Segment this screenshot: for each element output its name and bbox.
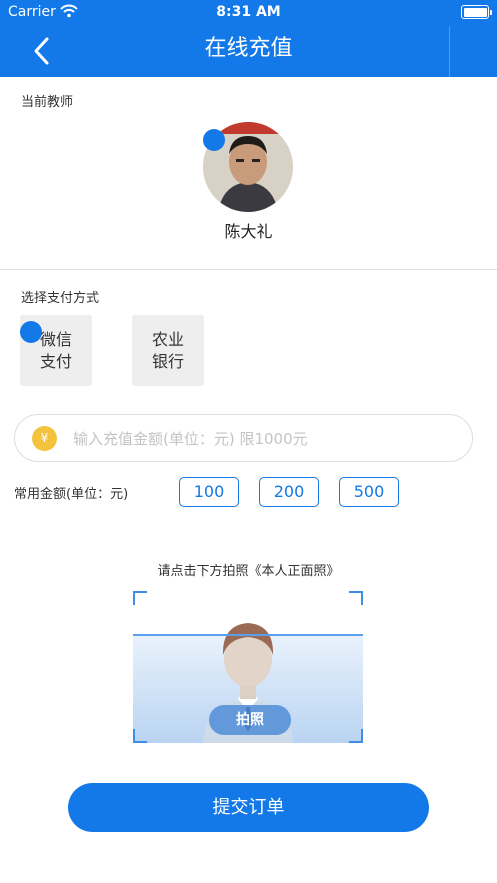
payment-option-line2: 支付 <box>39 352 72 371</box>
scan-line <box>133 634 363 636</box>
quick-amount-200[interactable]: 200 <box>259 477 319 507</box>
nav-divider <box>449 26 450 77</box>
yen-icon: ¥ <box>32 426 57 451</box>
payment-option-line2: 银行 <box>151 352 184 371</box>
status-bar: Carrier 8:31 AM <box>0 0 497 26</box>
page-title: 在线充值 <box>204 36 293 61</box>
amount-field[interactable]: ¥ <box>14 414 473 462</box>
frame-corner <box>133 729 147 743</box>
quick-amount-500[interactable]: 500 <box>339 477 399 507</box>
payment-selected-dot <box>20 321 42 343</box>
section-divider <box>0 269 497 270</box>
submit-order-button[interactable]: 提交订单 <box>68 783 429 832</box>
nav-bar: Carrier 8:31 AM 在线充值 <box>0 0 497 77</box>
payment-option-line1: 农业 <box>151 330 184 349</box>
take-photo-button[interactable]: 拍照 <box>209 705 291 735</box>
frame-corner <box>349 729 363 743</box>
current-teacher-label: 当前教师 <box>21 95 74 110</box>
battery-icon <box>461 5 492 19</box>
quick-amount-100[interactable]: 100 <box>179 477 239 507</box>
photo-instruction: 请点击下方拍照《本人正面照》 <box>157 564 340 579</box>
amount-input[interactable] <box>73 427 453 451</box>
quick-amount-label: 常用金额(单位：元) <box>14 487 129 502</box>
teacher-name: 陈大礼 <box>224 222 273 241</box>
clock: 8:31 AM <box>216 4 281 20</box>
payment-method-label: 选择支付方式 <box>21 291 100 306</box>
frame-corner <box>349 591 363 605</box>
frame-corner <box>133 591 147 605</box>
teacher-selected-dot <box>203 129 225 151</box>
photo-capture-area[interactable]: 拍照 <box>133 591 363 743</box>
payment-option-abc-bank[interactable]: 农业 银行 <box>132 315 204 386</box>
